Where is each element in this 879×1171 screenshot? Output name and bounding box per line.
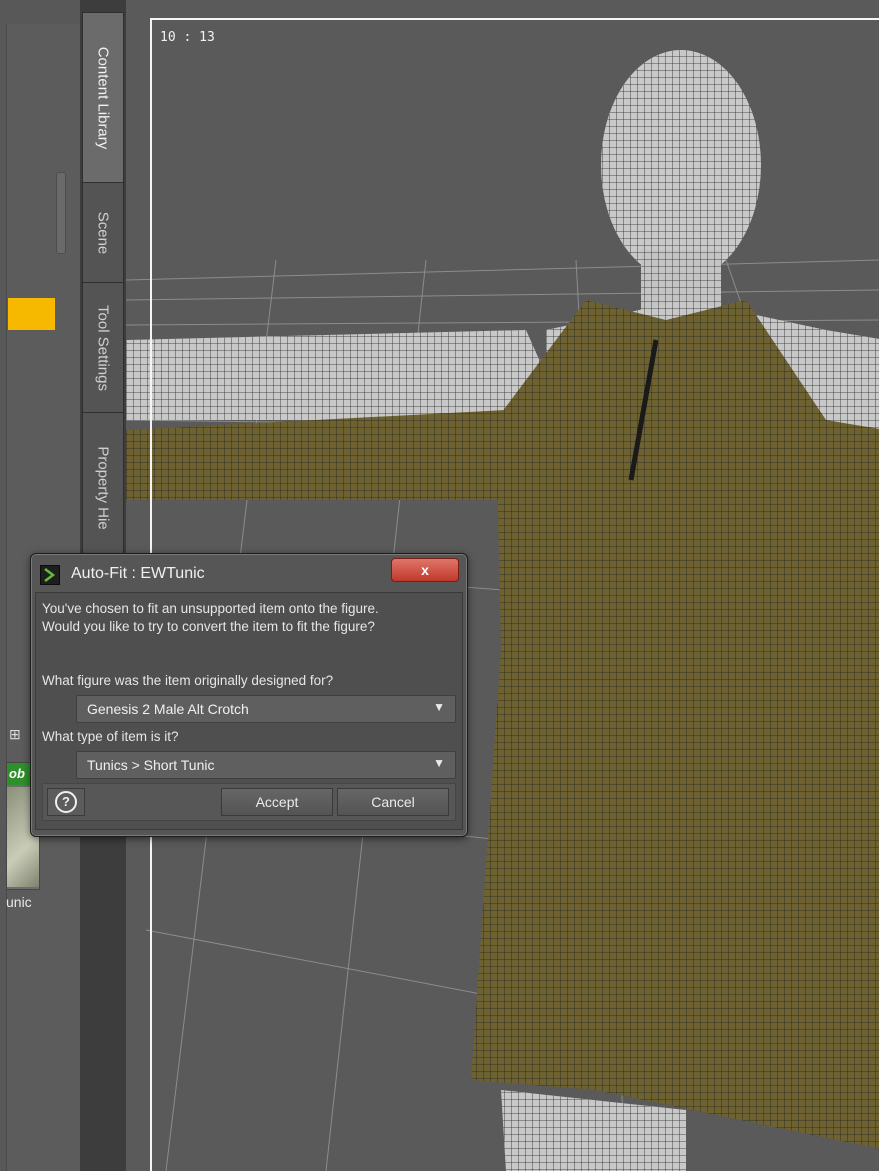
message-line-2: Would you like to try to convert the ite… [42, 619, 375, 634]
figure-question-label: What figure was the item originally desi… [42, 673, 334, 688]
tab-property-hierarchy[interactable]: Property Hie [82, 412, 124, 564]
tab-scene[interactable]: Scene [82, 182, 124, 284]
cancel-button[interactable]: Cancel [337, 788, 449, 816]
selected-library-item-highlight[interactable] [8, 298, 55, 330]
close-button[interactable]: x [391, 558, 459, 582]
tab-content-library[interactable]: Content Library [82, 12, 124, 184]
tab-scene-label: Scene [94, 211, 112, 255]
item-type-select[interactable]: Tunics > Short Tunic ▼ [76, 751, 456, 779]
viewport-timecode: 10 : 13 [160, 30, 215, 45]
dialog-title-bar[interactable]: Auto-Fit : EWTunic x [35, 558, 461, 588]
dialog-title: Auto-Fit : EWTunic [71, 565, 205, 582]
figure-select-value: Genesis 2 Male Alt Crotch [87, 701, 249, 717]
auto-fit-dialog: Auto-Fit : EWTunic x You've chosen to fi… [30, 553, 468, 837]
daz-app-icon [40, 565, 60, 585]
grid-view-icon[interactable]: ⊞ [9, 726, 21, 743]
help-button[interactable]: ? [47, 788, 85, 816]
chevron-down-icon: ▼ [433, 756, 445, 770]
figure-select[interactable]: Genesis 2 Male Alt Crotch ▼ [76, 695, 456, 723]
tab-tool-settings-label: Tool Settings [94, 305, 112, 391]
tab-tool-settings[interactable]: Tool Settings [82, 282, 124, 414]
help-icon: ? [55, 791, 77, 813]
message-line-1: You've chosen to fit an unsupported item… [42, 601, 379, 616]
tab-content-library-label: Content Library [94, 46, 112, 150]
item-type-select-value: Tunics > Short Tunic [87, 757, 215, 773]
item-type-question-label: What type of item is it? [42, 729, 179, 744]
accept-button[interactable]: Accept [221, 788, 333, 816]
dialog-button-bar: ? Accept Cancel [42, 783, 456, 821]
thumbnail-label: unic [6, 894, 32, 910]
dialog-body: You've chosen to fit an unsupported item… [35, 592, 463, 830]
library-scrollbar-thumb[interactable] [56, 172, 66, 254]
tab-property-hierarchy-label: Property Hie [94, 446, 112, 530]
chevron-down-icon: ▼ [433, 700, 445, 714]
